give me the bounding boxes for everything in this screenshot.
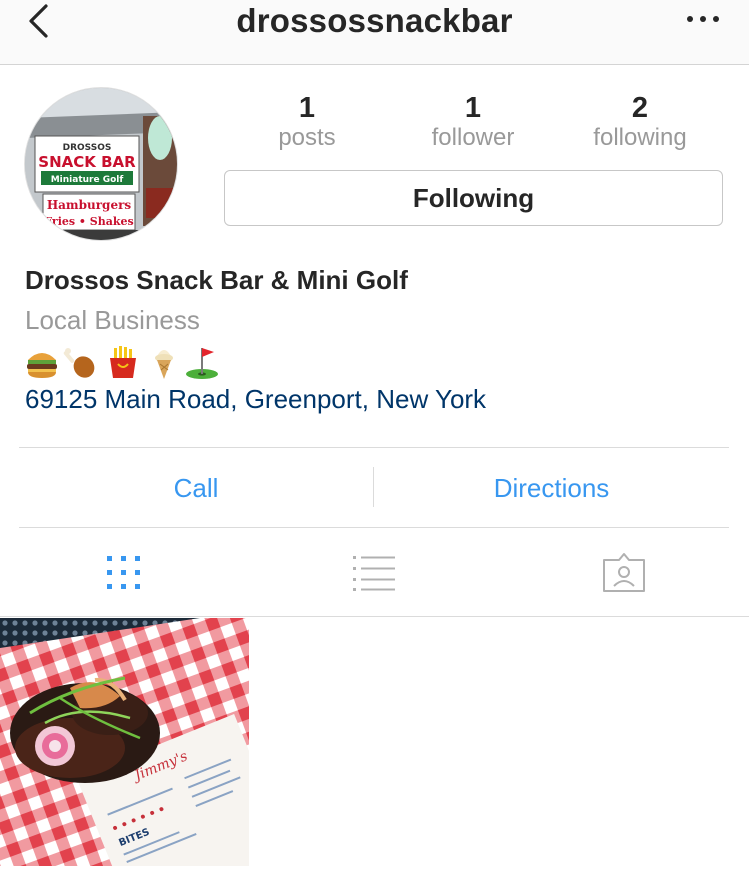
profile-full-name: Drossos Snack Bar & Mini Golf (25, 265, 408, 295)
more-horizontal-icon (687, 16, 693, 22)
tab-list-view[interactable] (249, 528, 498, 616)
posts-stat: 1 posts (237, 92, 377, 152)
following-label: following (593, 124, 687, 151)
post-image: Jimmy's BITES (0, 618, 249, 866)
call-button[interactable]: Call (19, 448, 373, 528)
following-stat[interactable]: 2 following (570, 92, 710, 152)
following-button[interactable]: Following (224, 170, 723, 226)
hamburger-icon (27, 353, 57, 378)
contact-options-bar: Call Directions (19, 447, 729, 528)
tagged-person-icon (603, 553, 645, 592)
french-fries-icon (110, 346, 136, 378)
avatar-sign-line-2: SNACK BAR (38, 153, 136, 171)
avatar-sign-line-3: Miniature Golf (51, 175, 124, 185)
more-options-button[interactable] (685, 8, 721, 28)
tab-grid-view[interactable] (0, 528, 249, 616)
business-address-link[interactable]: 69125 Main Road, Greenport, New York (25, 384, 486, 415)
posts-count: 1 (298, 92, 316, 124)
profile-view-tabs (0, 528, 749, 617)
golf-flag-icon (186, 348, 218, 379)
following-count: 2 (631, 92, 649, 124)
avatar-sign-line-4: Hamburgers (47, 198, 132, 212)
soft-ice-cream-icon (155, 350, 173, 379)
followers-count: 1 (464, 92, 482, 124)
top-nav-bar: drossossnackbar (0, 0, 749, 65)
grid-icon (107, 556, 140, 589)
avatar-sign-line-5: Fries • Shakes (44, 215, 133, 228)
posts-label: posts (278, 124, 336, 151)
tab-tagged-view[interactable] (498, 528, 747, 616)
profile-avatar[interactable]: DROSSOS SNACK BAR Miniature Golf Hamburg… (24, 87, 178, 241)
poultry-leg-icon (63, 348, 95, 378)
followers-stat[interactable]: 1 follower (403, 92, 543, 152)
business-category: Local Business (25, 305, 200, 335)
post-thumbnail[interactable]: Jimmy's BITES (0, 618, 249, 866)
avatar-image: DROSSOS SNACK BAR Miniature Golf Hamburg… (25, 88, 177, 240)
directions-button[interactable]: Directions (374, 448, 729, 528)
followers-label: follower (431, 124, 515, 151)
list-icon (353, 556, 395, 591)
avatar-sign-line-1: DROSSOS (63, 143, 112, 153)
bio-emoji-row (24, 344, 244, 380)
profile-username-title: drossossnackbar (236, 2, 513, 39)
